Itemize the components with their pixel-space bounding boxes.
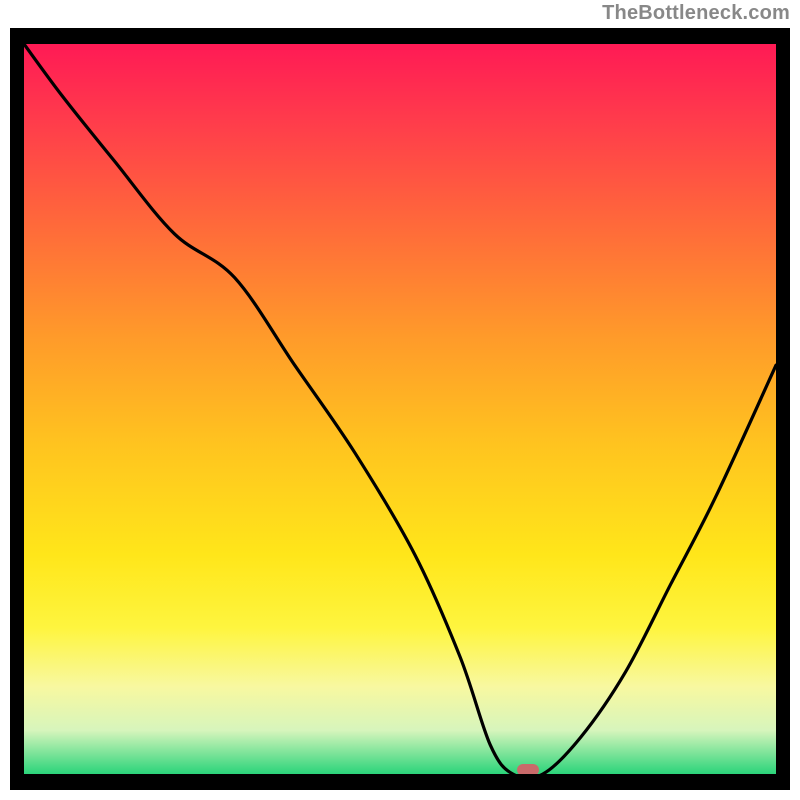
curve-path bbox=[24, 44, 776, 774]
chart-stage: TheBottleneck.com bbox=[0, 0, 800, 800]
optimal-marker bbox=[517, 764, 539, 774]
attribution-text: TheBottleneck.com bbox=[602, 2, 790, 25]
bottleneck-curve bbox=[24, 44, 776, 774]
plot-area bbox=[24, 44, 776, 774]
